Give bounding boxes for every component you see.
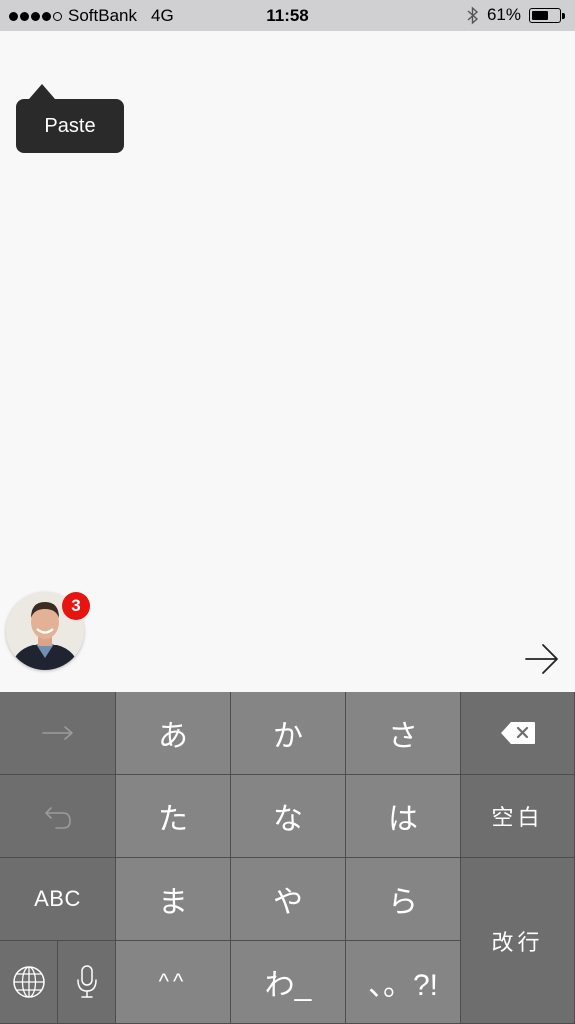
key-emoticon[interactable]: ^^ [116,941,231,1024]
key-na[interactable]: な [231,775,346,858]
status-right: 61% [467,5,565,25]
key-ha[interactable]: は [346,775,461,858]
space-key-label: 空白 [491,805,544,830]
key-ta[interactable]: た [116,775,231,858]
abc-key-label: ABC [34,886,81,911]
abc-key[interactable]: ABC [0,858,116,941]
cursor-right-key[interactable] [0,692,116,775]
key-ka[interactable]: か [231,692,346,775]
bluetooth-icon [467,5,479,25]
key-wa[interactable]: わ_ [231,941,346,1024]
status-bar: SoftBank 4G 11:58 61% [0,0,575,31]
key-a[interactable]: あ [116,692,231,775]
keyboard: あ か さ た な は 空白 ABC ま や ら 改行 ^^ わ_ 、。?! [0,692,575,1024]
undo-key[interactable] [0,775,116,858]
microphone-key[interactable] [58,941,116,1024]
notification-badge: 3 [62,592,90,620]
key-ya[interactable]: や [231,858,346,941]
key-ma[interactable]: ま [116,858,231,941]
key-punctuation[interactable]: 、。?! [346,941,461,1024]
send-arrow-icon[interactable] [524,641,560,677]
space-key[interactable]: 空白 [461,775,575,858]
return-key[interactable]: 改行 [461,858,575,1024]
globe-icon [12,966,45,998]
arrow-right-icon [41,726,73,740]
battery-percent: 61% [486,5,521,24]
undo-icon [44,807,71,829]
battery-icon [529,7,565,23]
key-sa[interactable]: さ [346,692,461,775]
key-ra[interactable]: ら [346,858,461,941]
globe-key[interactable] [0,941,58,1024]
microphone-icon [76,965,97,998]
paste-button[interactable]: Paste [16,99,124,153]
delete-icon [500,722,535,744]
delete-key[interactable] [461,692,575,775]
key-emoticon-label: ^^ [158,969,188,994]
paste-popup-arrow [29,84,55,99]
return-key-label: 改行 [491,929,544,955]
